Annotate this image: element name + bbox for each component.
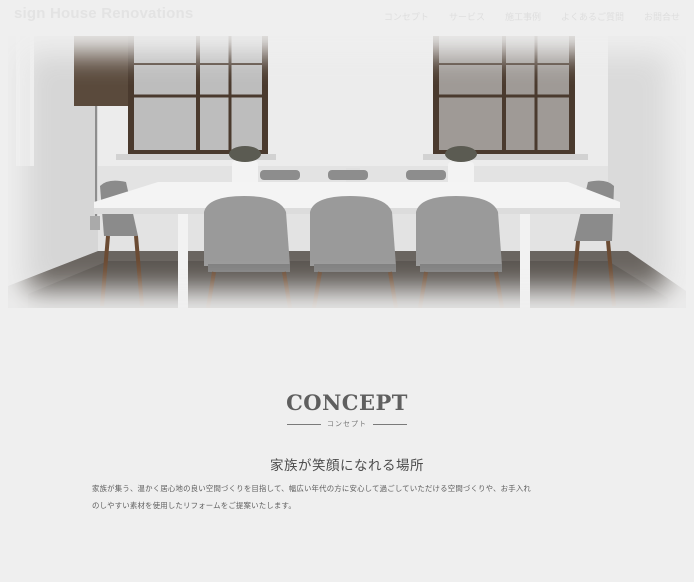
concept-body-line: 家族が集う、温かく居心地の良い空間づくりを目指して、幅広い年代の方に安心して過ご…: [92, 484, 532, 493]
concept-subtitle: コンセプト: [327, 420, 367, 428]
concept-subtitle-row: コンセプト: [0, 419, 694, 429]
divider-left: [287, 423, 321, 425]
nav-item-service[interactable]: サービス: [449, 10, 485, 23]
concept-title: CONCEPT: [286, 390, 408, 415]
hero-photo-illustration: [8, 36, 686, 308]
divider-right: [373, 423, 407, 425]
concept-headline: 家族が笑顔になれる場所: [270, 458, 424, 474]
site-header: sign House Renovations コンセプト サービス 施工事例 よ…: [0, 0, 694, 34]
nav-item-faq[interactable]: よくあるご質問: [561, 10, 624, 23]
concept-body-line: のしやすい素材を使用したリフォームをご提案いたします。: [92, 501, 296, 510]
site-logo[interactable]: sign House Renovations: [14, 5, 193, 22]
global-nav: コンセプト サービス 施工事例 よくあるご質問 お問合せ: [384, 10, 680, 23]
nav-item-works[interactable]: 施工事例: [505, 10, 541, 23]
nav-item-contact[interactable]: お問合せ: [644, 10, 680, 23]
hero-image: [8, 36, 686, 308]
nav-item-concept[interactable]: コンセプト: [384, 10, 429, 23]
concept-body: 家族が集う、温かく居心地の良い空間づくりを目指して、幅広い年代の方に安心して過ご…: [92, 480, 612, 514]
